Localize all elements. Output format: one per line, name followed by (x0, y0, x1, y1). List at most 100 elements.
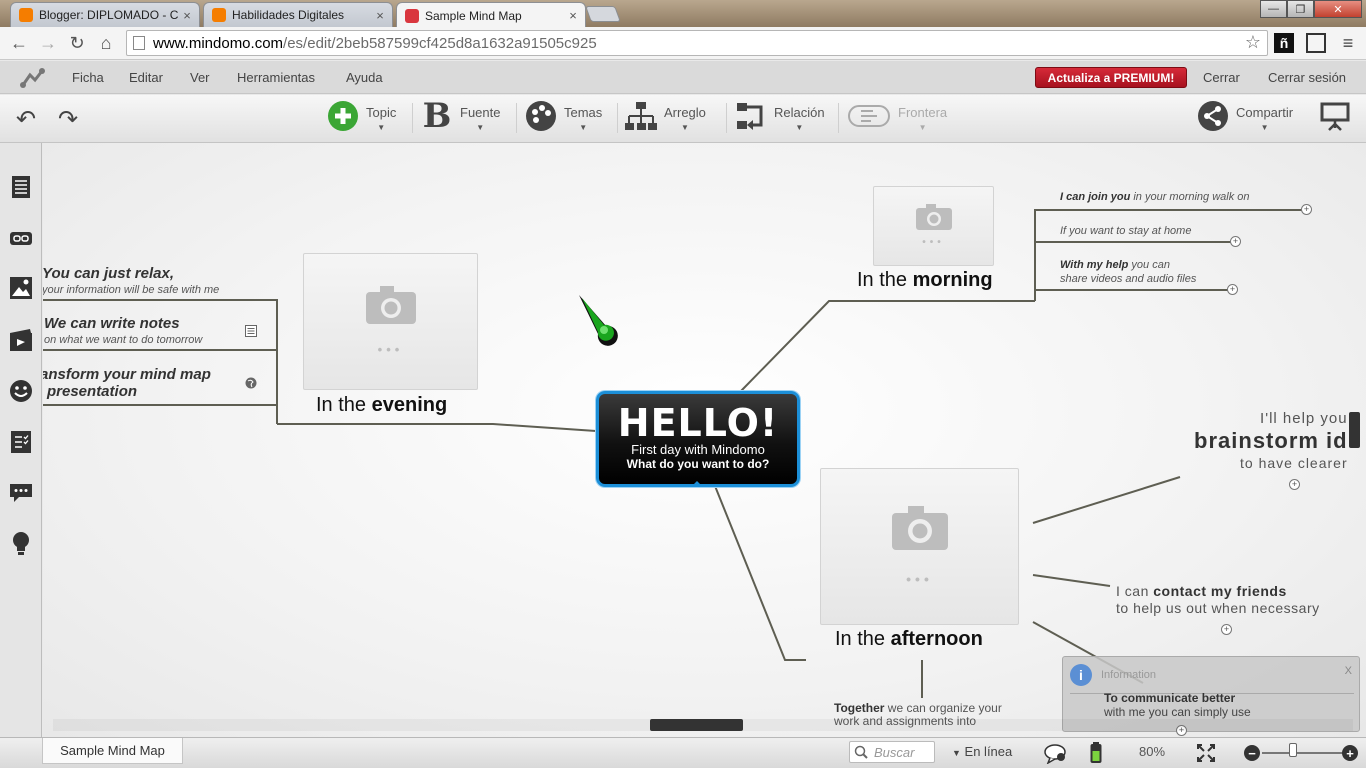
logout-link[interactable]: Cerrar sesión (1268, 70, 1346, 85)
chevron-down-icon: ▼ (1260, 123, 1269, 132)
browser-tab-mindmap[interactable]: Sample Mind Map × (396, 2, 586, 28)
chrome-menu-icon[interactable]: ≡ (1338, 33, 1358, 53)
browser-tab-blogger[interactable]: Blogger: DIPLOMADO - C( × (10, 2, 200, 27)
themes-button[interactable]: Temas ▼ (524, 99, 602, 139)
address-bar[interactable]: www.mindomo.com/es/edit/2beb587599cf425d… (126, 30, 1268, 56)
ribbon-toolbar: ↶ ↷ Topic ▼ B Fuente ▼ Temas ▼ Arreglo ▼ Rel… (0, 95, 1366, 143)
chevron-down-icon: ▼ (476, 123, 485, 132)
afternoon-topic[interactable]: In the afternoon (835, 628, 983, 651)
morning-leaf-home[interactable]: If you want to stay at home (1060, 225, 1191, 237)
more-options-icon[interactable]: ••• (922, 237, 945, 248)
bookmark-star-icon[interactable]: ☆ (1245, 32, 1261, 53)
comments-icon[interactable] (9, 481, 33, 505)
relation-button[interactable]: Relación ▼ (734, 99, 825, 139)
menu-ver[interactable]: Ver (190, 70, 210, 85)
image-icon[interactable] (9, 276, 33, 300)
media-icon[interactable] (9, 328, 33, 352)
expand-icon[interactable]: + (1227, 284, 1238, 295)
menu-herramientas[interactable]: Herramientas (237, 70, 315, 85)
central-topic[interactable]: HELLO! First day with Mindomo What do yo… (596, 391, 800, 487)
info-icon: i (1070, 664, 1092, 686)
boundary-button[interactable]: Frontera ▼ (846, 99, 947, 139)
undo-icon[interactable]: ↶ (16, 105, 36, 134)
morning-leaf-walk[interactable]: I can join you in your morning walk on (1060, 191, 1250, 203)
back-icon[interactable]: ← (7, 31, 31, 55)
mindomo-logo-icon[interactable] (20, 67, 46, 89)
extension-n-icon[interactable]: ñ (1274, 33, 1294, 53)
new-tab-button[interactable] (585, 6, 621, 22)
redo-icon[interactable]: ↷ (58, 105, 78, 134)
smiley-icon[interactable] (9, 379, 33, 403)
share-icon (1196, 99, 1230, 133)
more-options-icon[interactable]: ••• (906, 571, 933, 587)
task-list-icon[interactable] (9, 430, 33, 454)
menu-ayuda[interactable]: Ayuda (346, 70, 383, 85)
zoom-out-button[interactable]: − (1244, 745, 1260, 761)
evening-leaf-presentation[interactable]: ansform your mind map presentation (43, 366, 211, 400)
tab-close-icon[interactable]: × (179, 8, 195, 23)
evening-image-placeholder[interactable]: ••• (303, 253, 478, 390)
horizontal-scrollbar-thumb[interactable] (650, 719, 743, 731)
note-icon[interactable] (245, 325, 257, 337)
link-icon[interactable] (9, 226, 33, 250)
evening-leaf-notes[interactable]: We can write notes on what we want to do … (44, 316, 202, 348)
online-status-dropdown[interactable]: ▼ En línea (952, 744, 1012, 759)
notes-icon[interactable] (9, 175, 33, 199)
close-link[interactable]: Cerrar (1203, 70, 1240, 85)
tab-close-icon[interactable]: × (372, 8, 388, 23)
maximize-button[interactable]: ❐ (1287, 0, 1314, 18)
expand-icon[interactable]: + (1230, 236, 1241, 247)
morning-leaf-media[interactable]: With my help you can share videos and aud… (1060, 258, 1196, 286)
vertical-scrollbar-thumb[interactable] (1349, 412, 1360, 448)
minimize-button[interactable]: — (1260, 0, 1287, 18)
fit-to-screen-icon[interactable] (1196, 743, 1216, 763)
menu-editar[interactable]: Editar (129, 70, 163, 85)
more-options-icon[interactable]: ••• (378, 342, 404, 357)
topic-button[interactable]: Topic ▼ (326, 99, 396, 139)
chat-icon[interactable] (1044, 744, 1068, 764)
expand-icon[interactable]: + (1301, 204, 1312, 215)
tab-close-icon[interactable]: × (565, 8, 581, 23)
reload-icon[interactable]: ↻ (65, 31, 89, 55)
lightbulb-icon[interactable] (9, 532, 33, 556)
expand-icon[interactable]: + (1289, 479, 1300, 490)
close-window-button[interactable]: ✕ (1314, 0, 1362, 18)
afternoon-image-placeholder[interactable]: ••• (820, 468, 1019, 625)
search-input[interactable]: Buscar (849, 741, 935, 763)
extension-capture-icon[interactable] (1306, 33, 1326, 53)
morning-topic[interactable]: In the morning (857, 269, 993, 292)
morning-image-placeholder[interactable]: ••• (873, 186, 994, 266)
font-button[interactable]: B Fuente ▼ (420, 96, 501, 139)
globe-link-icon[interactable] (245, 377, 257, 389)
zoom-slider-handle[interactable] (1289, 743, 1297, 757)
afternoon-leaf-friends[interactable]: I can contact my friends to help us out … (1116, 583, 1320, 617)
evening-leaf-relax[interactable]: You can just relax, your information will… (43, 266, 219, 298)
menu-ficha[interactable]: Ficha (72, 70, 104, 85)
sheet-tab[interactable]: Sample Mind Map (42, 738, 183, 764)
leaf-bold: With my help (1060, 259, 1129, 271)
central-subtitle: First day with Mindomo (631, 442, 765, 457)
share-button[interactable]: Compartir ▼ (1196, 99, 1293, 139)
afternoon-title-bold: afternoon (890, 628, 983, 650)
layout-button[interactable]: Arreglo ▼ (624, 99, 706, 139)
zoom-in-button[interactable]: + (1342, 745, 1358, 761)
mouse-cursor-icon (579, 295, 618, 346)
afternoon-leaf-communicate[interactable]: To communicate better with me you can si… (1104, 691, 1251, 719)
zoom-slider-track[interactable] (1262, 752, 1346, 754)
presentation-button[interactable] (1318, 99, 1358, 139)
forward-icon[interactable]: → (36, 31, 60, 55)
collapse-indicator-icon[interactable] (691, 481, 703, 487)
palette-icon (524, 99, 558, 133)
leaf-text-2: share videos and audio files (1060, 273, 1197, 285)
upgrade-premium-button[interactable]: Actualiza a PREMIUM! (1035, 67, 1187, 88)
evening-topic[interactable]: In the evening (316, 394, 447, 417)
expand-icon[interactable]: + (1221, 624, 1232, 635)
mindmap-canvas[interactable]: HELLO! First day with Mindomo What do yo… (43, 143, 1366, 737)
browser-tab-habilidades[interactable]: Habilidades Digitales × (203, 2, 393, 27)
info-panel-close-icon[interactable]: X (1345, 665, 1352, 677)
afternoon-leaf-brainstorm[interactable]: I'll help you brainstorm id to have clea… (1186, 410, 1348, 473)
browser-tab-strip: Blogger: DIPLOMADO - C( × Habilidades Di… (0, 0, 1366, 28)
home-icon[interactable]: ⌂ (94, 31, 118, 55)
leaf-text: on what we want to do tomorrow (44, 334, 203, 346)
mindomo-icon (405, 8, 419, 23)
